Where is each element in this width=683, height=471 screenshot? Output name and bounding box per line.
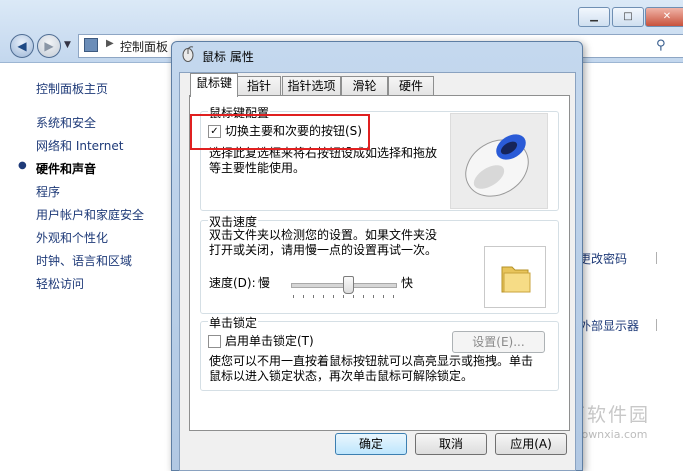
change-password-link[interactable]: 更改密码 bbox=[579, 250, 627, 267]
click-lock-description-line1: 使您可以不用一直按着鼠标按钮就可以高亮显示或拖拽。单击 bbox=[209, 354, 534, 368]
double-click-description-line1: 双击文件夹以检测您的设置。如果文件夹没 bbox=[209, 228, 438, 242]
link-separator bbox=[656, 319, 657, 331]
click-lock-legend: 单击锁定 bbox=[208, 314, 259, 331]
sidebar-item-hardware-sound[interactable]: 硬件和声音 bbox=[36, 160, 96, 177]
slider-tick bbox=[303, 295, 304, 298]
slider-tick bbox=[363, 295, 364, 298]
link-separator bbox=[656, 252, 657, 264]
control-panel-icon bbox=[84, 38, 98, 52]
current-item-bullet-icon: ● bbox=[18, 160, 27, 171]
slider-tick bbox=[333, 295, 334, 298]
minimize-button[interactable]: ▁ bbox=[578, 7, 610, 27]
sidebar-item-clock-language[interactable]: 时钟、语言和区域 bbox=[36, 252, 132, 269]
slider-thumb[interactable] bbox=[343, 276, 355, 294]
tab-hardware[interactable]: 硬件 bbox=[388, 76, 434, 96]
sidebar-item-appearance[interactable]: 外观和个性化 bbox=[36, 229, 108, 246]
button-config-description-line2: 等主要性能使用。 bbox=[209, 161, 306, 175]
history-dropdown-icon[interactable]: ▼ bbox=[64, 40, 71, 50]
tab-wheel[interactable]: 滑轮 bbox=[341, 76, 388, 96]
double-click-description-line2: 打开或关闭，请用慢一点的设置再试一次。 bbox=[209, 243, 438, 257]
sidebar-item-programs[interactable]: 程序 bbox=[36, 183, 60, 200]
tab-pointers[interactable]: 指针 bbox=[237, 76, 281, 96]
sidebar-home-link[interactable]: 控制面板主页 bbox=[36, 80, 108, 97]
fast-label: 快 bbox=[401, 276, 414, 290]
click-lock-label[interactable]: 启用单击锁定(T) bbox=[225, 334, 314, 349]
maximize-button[interactable]: □ bbox=[612, 7, 644, 27]
forward-icon[interactable]: ▶ bbox=[37, 34, 61, 58]
sidebar-item-network[interactable]: 网络和 Internet bbox=[36, 137, 123, 154]
slider-tick bbox=[383, 295, 384, 298]
tab-pointer-options[interactable]: 指针选项 bbox=[282, 76, 341, 96]
address-text: 控制面板 bbox=[120, 40, 169, 54]
sidebar-item-user-accounts[interactable]: 用户帐户和家庭安全 bbox=[36, 206, 144, 223]
test-folder-box[interactable] bbox=[484, 246, 546, 308]
slider-tick bbox=[293, 295, 294, 298]
sidebar-item-ease-of-access[interactable]: 轻松访问 bbox=[36, 275, 84, 292]
slider-tick bbox=[313, 295, 314, 298]
dialog-title: 鼠标 属性 bbox=[202, 50, 254, 64]
sidebar-item-system-security[interactable]: 系统和安全 bbox=[36, 114, 96, 131]
highlight-annotation bbox=[190, 114, 370, 150]
click-lock-description-line2: 鼠标以进入锁定状态，再次单击鼠标可解除锁定。 bbox=[209, 369, 474, 383]
slider-tick bbox=[353, 295, 354, 298]
search-icon[interactable]: ⚲ bbox=[656, 38, 666, 53]
slider-tick bbox=[323, 295, 324, 298]
mouse-preview-image bbox=[450, 113, 548, 209]
folder-icon bbox=[501, 266, 531, 293]
mouse-icon bbox=[182, 46, 194, 62]
close-button[interactable]: ✕ bbox=[645, 7, 683, 27]
external-display-link[interactable]: 外部显示器 bbox=[579, 317, 639, 334]
slider-tick bbox=[373, 295, 374, 298]
cancel-button[interactable]: 取消 bbox=[415, 433, 487, 455]
tab-buttons[interactable]: 鼠标键 bbox=[190, 73, 238, 97]
speed-label: 速度(D): bbox=[209, 276, 256, 290]
slider-tick bbox=[343, 295, 344, 298]
slider-tick bbox=[393, 295, 394, 298]
back-icon[interactable]: ◀ bbox=[10, 34, 34, 58]
ok-button[interactable]: 确定 bbox=[335, 433, 407, 455]
click-lock-settings-button[interactable]: 设置(E)... bbox=[452, 331, 545, 353]
breadcrumb-separator-icon: ▶ bbox=[106, 38, 114, 49]
slow-label: 慢 bbox=[258, 276, 271, 290]
apply-button[interactable]: 应用(A) bbox=[495, 433, 567, 455]
click-lock-checkbox[interactable] bbox=[208, 335, 221, 348]
